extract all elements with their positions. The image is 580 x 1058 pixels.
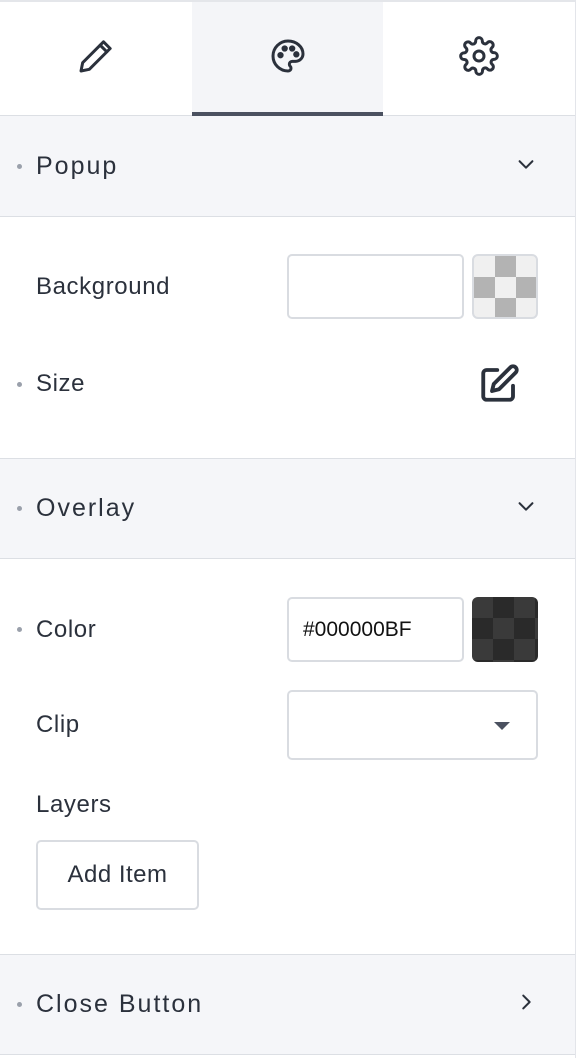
- overlay-color-swatch[interactable]: [472, 597, 538, 662]
- background-color-swatch[interactable]: [472, 254, 538, 319]
- clip-label: Clip: [36, 711, 80, 738]
- section-title: Close Button: [36, 990, 204, 1018]
- overlay-section-body: Color #000000BF Clip Layers Add Item: [0, 559, 575, 955]
- color-label: Color: [36, 615, 97, 643]
- tab-advanced[interactable]: [383, 2, 575, 115]
- tab-style[interactable]: [191, 2, 384, 116]
- popup-section-body: Background Size: [0, 217, 575, 459]
- size-label: Size: [36, 370, 86, 397]
- section-title: Overlay: [36, 494, 137, 522]
- style-panel: Popup Background Size Overlay Color #000…: [0, 0, 576, 1058]
- background-row: Background: [0, 254, 575, 319]
- overlay-section-header[interactable]: Overlay: [0, 459, 575, 559]
- section-title: Popup: [36, 151, 119, 180]
- chevron-down-icon: [515, 153, 537, 180]
- clip-select[interactable]: [287, 690, 538, 760]
- color-row: Color #000000BF: [0, 597, 575, 662]
- add-item-row: Add Item: [0, 840, 575, 910]
- popup-section-header[interactable]: Popup: [0, 116, 575, 217]
- responsive-indicator-dot: [17, 627, 22, 632]
- layers-label: Layers: [36, 791, 112, 818]
- responsive-indicator-dot: [17, 163, 22, 169]
- responsive-indicator-dot: [17, 1002, 22, 1007]
- clip-row: Clip: [0, 690, 575, 760]
- chevron-down-icon: [515, 495, 537, 522]
- edit-icon[interactable]: [478, 363, 520, 405]
- background-color-input[interactable]: [287, 254, 464, 319]
- tab-content[interactable]: [0, 2, 192, 115]
- gear-icon: [459, 36, 499, 81]
- tab-bar: [0, 0, 575, 116]
- chevron-right-icon: [515, 991, 537, 1018]
- responsive-indicator-dot: [17, 506, 22, 511]
- pencil-icon: [76, 36, 116, 81]
- caret-down-icon: [494, 722, 510, 730]
- responsive-indicator-dot: [17, 381, 22, 387]
- add-item-button[interactable]: Add Item: [36, 840, 199, 910]
- close-button-section-header[interactable]: Close Button: [0, 955, 575, 1055]
- background-label: Background: [36, 272, 171, 300]
- overlay-color-input[interactable]: #000000BF: [287, 597, 464, 662]
- size-row: Size: [0, 363, 575, 405]
- layers-row: Layers: [0, 787, 575, 823]
- palette-icon: [268, 36, 308, 81]
